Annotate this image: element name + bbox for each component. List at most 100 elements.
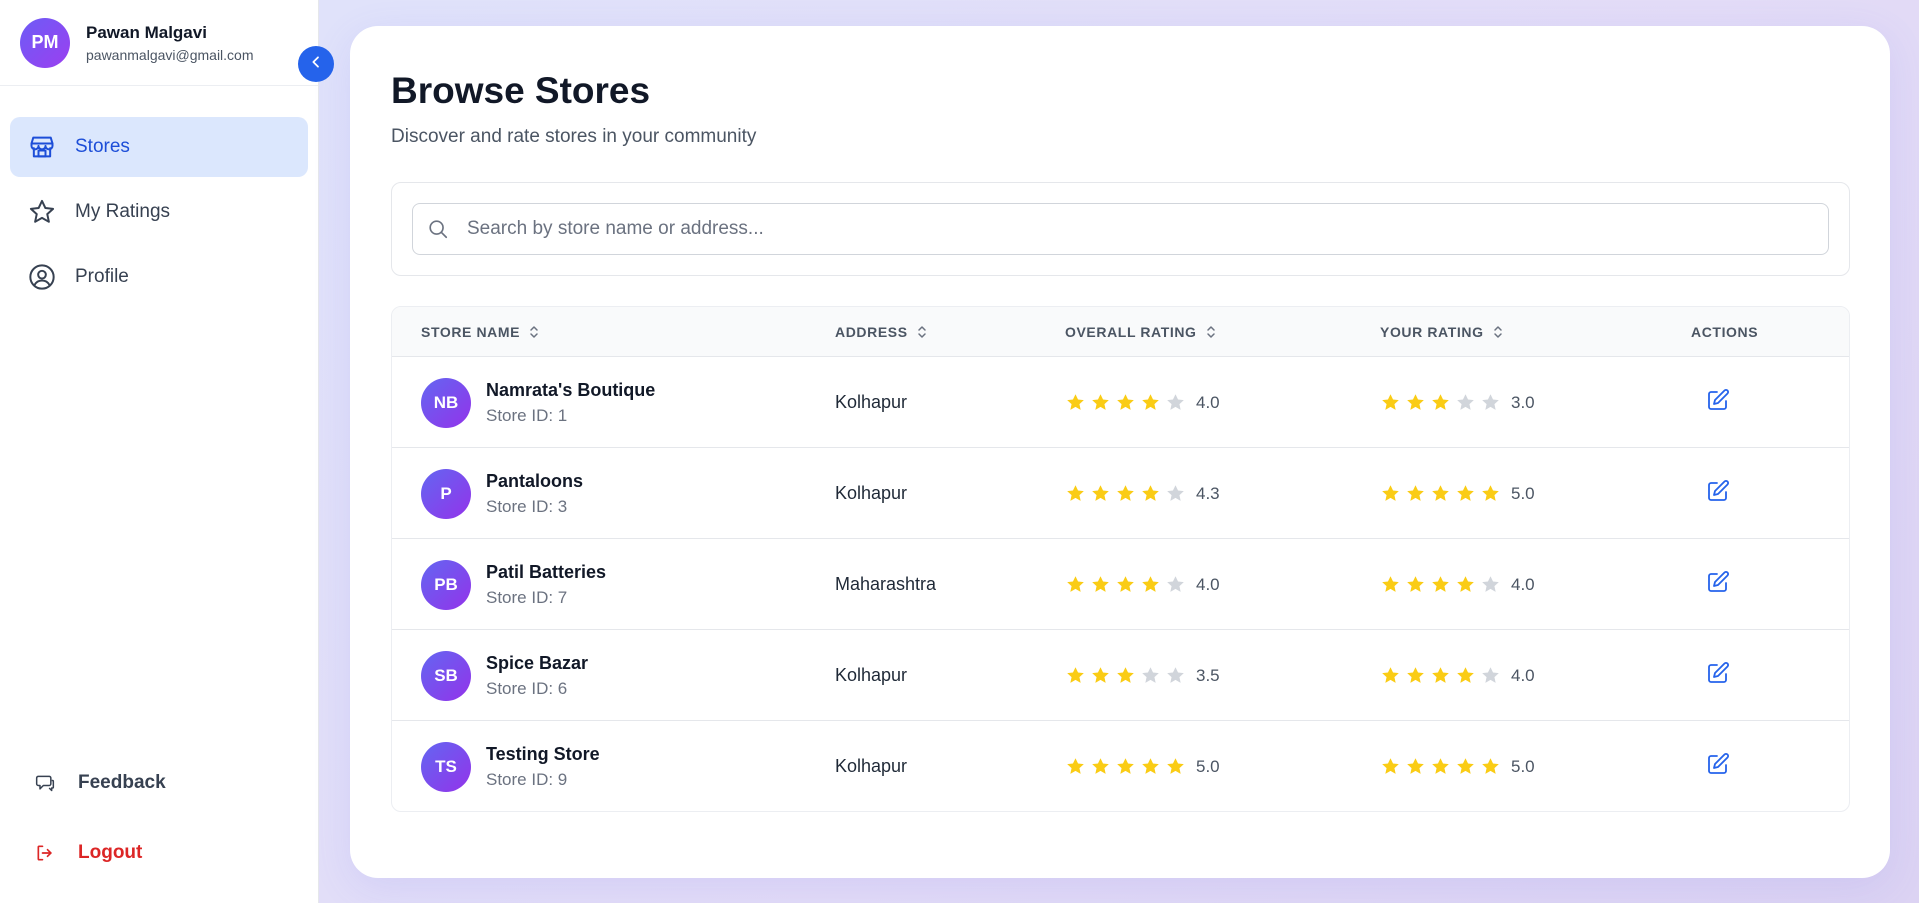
- overall-rating-value: 4.0: [1196, 574, 1220, 594]
- edit-icon: [1706, 479, 1730, 508]
- star-empty-icon: [1165, 574, 1186, 595]
- star-empty-icon[interactable]: [1455, 392, 1476, 413]
- overall-rating-stars: [1065, 392, 1190, 413]
- table-row: NB Namrata's Boutique Store ID: 1 Kolhap…: [392, 357, 1849, 448]
- your-rating: 3.0: [1380, 357, 1535, 448]
- edit-rating-button[interactable]: [1696, 745, 1740, 789]
- store-id: Store ID: 7: [486, 587, 568, 607]
- star-filled-icon[interactable]: [1430, 665, 1451, 686]
- overall-rating-stars: [1065, 756, 1190, 777]
- star-filled-icon: [1090, 756, 1111, 777]
- your-rating-stars[interactable]: [1380, 756, 1505, 777]
- star-filled-icon: [1065, 574, 1086, 595]
- star-filled-icon[interactable]: [1405, 574, 1426, 595]
- search-input[interactable]: [467, 218, 1767, 240]
- your-rating-stars[interactable]: [1380, 483, 1505, 504]
- your-rating-stars[interactable]: [1380, 392, 1505, 413]
- star-empty-icon[interactable]: [1480, 392, 1501, 413]
- star-filled-icon[interactable]: [1405, 483, 1426, 504]
- edit-rating-button[interactable]: [1696, 654, 1740, 698]
- sort-icon: [1493, 324, 1503, 340]
- column-header-overall-rating[interactable]: OVERALL RATING: [1065, 307, 1216, 357]
- star-filled-icon[interactable]: [1380, 756, 1401, 777]
- star-filled-icon[interactable]: [1430, 574, 1451, 595]
- column-header-store-name[interactable]: STORE NAME: [421, 307, 539, 357]
- overall-rating-value: 4.0: [1196, 392, 1220, 412]
- star-filled-icon[interactable]: [1380, 574, 1401, 595]
- edit-rating-button[interactable]: [1696, 381, 1740, 425]
- star-filled-icon[interactable]: [1405, 756, 1426, 777]
- sidebar-item-profile[interactable]: Profile: [10, 247, 308, 307]
- star-filled-icon: [1140, 483, 1161, 504]
- star-filled-icon[interactable]: [1380, 665, 1401, 686]
- star-empty-icon[interactable]: [1480, 574, 1501, 595]
- table-row: TS Testing Store Store ID: 9 Kolhapur 5.…: [392, 721, 1849, 811]
- sidebar-item-label: Profile: [75, 266, 129, 287]
- overall-rating: 4.0: [1065, 539, 1220, 630]
- sidebar-item-stores[interactable]: Stores: [10, 117, 308, 177]
- column-header-address[interactable]: ADDRESS: [835, 307, 927, 357]
- sort-icon: [1206, 324, 1216, 340]
- your-rating: 5.0: [1380, 721, 1535, 811]
- chat-bubble-icon: [34, 772, 56, 794]
- edit-icon: [1706, 752, 1730, 781]
- star-filled-icon: [1140, 574, 1161, 595]
- overall-rating-value: 5.0: [1196, 756, 1220, 776]
- star-empty-icon: [1140, 665, 1161, 686]
- star-filled-icon[interactable]: [1455, 483, 1476, 504]
- user-name: Pawan Malgavi: [86, 22, 207, 42]
- star-filled-icon[interactable]: [1455, 574, 1476, 595]
- edit-rating-button[interactable]: [1696, 472, 1740, 516]
- star-filled-icon[interactable]: [1405, 665, 1426, 686]
- search-icon: [427, 217, 451, 241]
- store-name: Patil Batteries: [486, 561, 607, 582]
- logout-button[interactable]: Logout: [10, 823, 309, 883]
- collapse-sidebar-button[interactable]: [298, 46, 334, 82]
- star-filled-icon[interactable]: [1455, 756, 1476, 777]
- sort-icon: [917, 324, 927, 340]
- star-empty-icon: [1165, 392, 1186, 413]
- star-filled-icon: [1165, 756, 1186, 777]
- store-id: Store ID: 9: [486, 769, 568, 789]
- your-rating: 5.0: [1380, 448, 1535, 539]
- star-filled-icon[interactable]: [1405, 392, 1426, 413]
- star-filled-icon[interactable]: [1380, 483, 1401, 504]
- table-header: STORE NAME ADDRESS OVERALL RATING YOUR R…: [392, 307, 1849, 357]
- star-filled-icon[interactable]: [1430, 392, 1451, 413]
- star-filled-icon[interactable]: [1455, 665, 1476, 686]
- user-email: pawanmalgavi@gmail.com: [86, 46, 254, 63]
- star-filled-icon: [1090, 665, 1111, 686]
- your-rating-value: 5.0: [1511, 756, 1535, 776]
- star-filled-icon[interactable]: [1480, 756, 1501, 777]
- chevron-left-icon: [308, 54, 324, 75]
- feedback-button[interactable]: Feedback: [10, 753, 309, 813]
- store-id: Store ID: 1: [486, 405, 568, 425]
- your-rating-value: 5.0: [1511, 483, 1535, 503]
- overall-rating: 4.0: [1065, 357, 1220, 448]
- your-rating-stars[interactable]: [1380, 665, 1505, 686]
- your-rating: 4.0: [1380, 630, 1535, 721]
- your-rating-stars[interactable]: [1380, 574, 1505, 595]
- star-filled-icon[interactable]: [1380, 392, 1401, 413]
- star-filled-icon: [1090, 574, 1111, 595]
- store-avatar: SB: [421, 650, 471, 701]
- user-profile-block: PM Pawan Malgavi pawanmalgavi@gmail.com: [0, 0, 318, 86]
- overall-rating-value: 4.3: [1196, 483, 1220, 503]
- avatar: PM: [20, 17, 70, 68]
- feedback-label: Feedback: [78, 772, 166, 793]
- store-address: Maharashtra: [835, 574, 937, 594]
- star-filled-icon[interactable]: [1430, 756, 1451, 777]
- star-empty-icon[interactable]: [1480, 665, 1501, 686]
- edit-icon: [1706, 388, 1730, 417]
- store-avatar: TS: [421, 741, 471, 792]
- page-subtitle: Discover and rate stores in your communi…: [391, 126, 757, 147]
- star-filled-icon[interactable]: [1430, 483, 1451, 504]
- column-header-actions: ACTIONS: [1691, 324, 1759, 340]
- sidebar-item-my-ratings[interactable]: My Ratings: [10, 182, 308, 242]
- overall-rating-value: 3.5: [1196, 665, 1220, 685]
- edit-rating-button[interactable]: [1696, 563, 1740, 607]
- store-id: Store ID: 3: [486, 496, 568, 516]
- column-header-your-rating[interactable]: YOUR RATING: [1380, 307, 1503, 357]
- star-filled-icon[interactable]: [1480, 483, 1501, 504]
- store-avatar: PB: [421, 559, 471, 610]
